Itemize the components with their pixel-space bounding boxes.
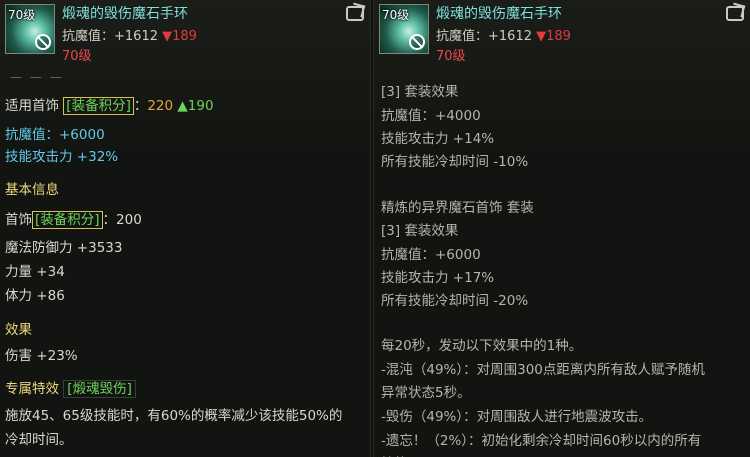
special-name: [煅魂毁伤] [63, 380, 136, 398]
str-stat: 力量 +34 [5, 264, 65, 280]
separator: — — — [10, 70, 64, 84]
icon-level-label: 70级 [8, 8, 36, 22]
proc-chaos-2: 异常状态5秒。 [381, 385, 471, 401]
set3b-skill: 技能攻击力 +17% [381, 270, 495, 286]
mdef-stat: 魔法防御力 +3533 [5, 240, 123, 256]
item-header: 70级 煅魂的毁伤魔石手环 抗魔值：+1612 ▼189 70级 [374, 0, 750, 68]
set3b-cd: 所有技能冷却时间 -20% [381, 293, 529, 309]
item-level: 70级 [436, 49, 466, 64]
set3b-resist: 抗魔值：+6000 [381, 247, 481, 263]
item-title: 煅魂的毁伤魔石手环 [436, 6, 562, 22]
basic-info-heading: 基本信息 [5, 182, 59, 198]
set3b-heading: [3] 套装效果 [381, 223, 459, 239]
dmg-stat: 伤害 +23% [5, 348, 78, 364]
right-tooltip-panel: 70级 煅魂的毁伤魔石手环 抗魔值：+1612 ▼189 70级 [3] 套装效… [373, 0, 750, 457]
refined-set-title: 精炼的异界魔石首饰 套装 [381, 200, 534, 216]
no-trade-icon [35, 34, 51, 50]
item-level: 70级 [62, 49, 92, 64]
proc-chaos-1: -混沌（49%）：对周围300点距离内所有敌人赋予随机 [381, 362, 705, 378]
no-trade-icon [409, 34, 425, 50]
proc-destroy: -毁伤（49%）：对周围敌人进行地震波攻击。 [381, 409, 653, 425]
proc-forget-2: 技能 [381, 452, 408, 457]
item-header: 70级 煅魂的毁伤魔石手环 抗魔值：+1612 ▼189 70级 [0, 0, 370, 68]
share-icon[interactable] [726, 6, 744, 21]
left-tooltip-panel: 70级 煅魂的毁伤魔石手环 抗魔值：+1612 ▼189 70级 — — — 适… [0, 0, 371, 457]
score-value: 220 [147, 98, 174, 114]
item-icon[interactable]: 70级 [5, 4, 55, 54]
resist-down: ▼189 [162, 29, 197, 44]
set3-skill: 技能攻击力 +14% [381, 131, 495, 147]
special-desc-2: 冷却时间。 [5, 432, 73, 448]
proc-forget: -遗忘！（2%）：初始化剩余冷却时间60秒以内的所有 [381, 433, 702, 449]
set3-resist: 抗魔值：+4000 [381, 108, 481, 124]
effect-heading: 效果 [5, 322, 32, 338]
icon-level-label: 70级 [382, 8, 410, 22]
skill-atk-stat: 技能攻击力 +32% [5, 149, 119, 165]
set3-cd: 所有技能冷却时间 -10% [381, 154, 529, 170]
resist-stat: 抗魔值：+6000 [5, 127, 105, 143]
score-label: [装备积分] [63, 97, 134, 115]
score-up: ▲190 [177, 98, 214, 114]
special-desc-1: 施放45、65级技能时，有60%的概率减少该技能50%的 [5, 408, 343, 424]
special-line: 专属特效 [煅魂毁伤] [5, 377, 136, 398]
item-title: 煅魂的毁伤魔石手环 [62, 6, 188, 22]
item-icon[interactable]: 70级 [379, 4, 429, 54]
set3-heading: [3] 套装效果 [381, 84, 459, 100]
proc-intro: 每20秒，发动以下效果中的1种。 [381, 338, 583, 354]
accessory-score-line: 首饰 [装备积分] ：200 [5, 211, 142, 229]
applicable-line: 适用首饰 [装备积分] ：220 ▲190 [5, 97, 214, 115]
resist-summary: 抗魔值：+1612 ▼189 [436, 29, 571, 44]
vit-stat: 体力 +86 [5, 288, 65, 304]
share-icon[interactable] [346, 6, 364, 21]
resist-summary: 抗魔值：+1612 ▼189 [62, 29, 197, 44]
